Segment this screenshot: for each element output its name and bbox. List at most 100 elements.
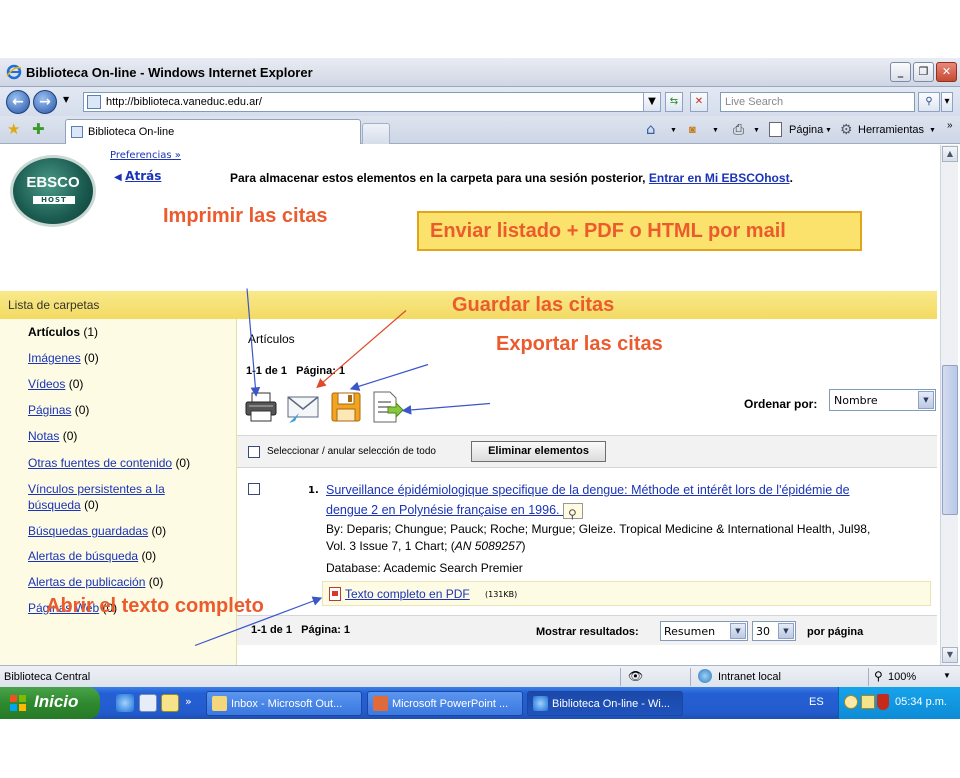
sidebar-item-label[interactable]: Artículos [28,325,80,339]
zoom-level[interactable]: 100% [888,671,916,683]
sidebar-item-imagenes[interactable]: Imágenes (0) [28,350,99,366]
search-options-icon[interactable]: ▾ [941,92,953,112]
print-icon[interactable] [243,389,279,425]
sidebar-item-videos[interactable]: Vídeos (0) [28,376,83,392]
sidebar-item-otras-fuentes[interactable]: Otras fuentes de contenido (0) [28,455,190,471]
ie-task-icon [533,696,548,711]
sidebar-item-label[interactable]: Otras fuentes de contenido [28,456,172,470]
delete-items-button[interactable]: Eliminar elementos [471,441,606,462]
chevron-down-icon[interactable]: ▼ [778,623,794,639]
email-icon[interactable] [285,389,321,425]
sidebar-item-vinculos[interactable]: Vínculos persistentes a la búsqueda (0) [28,481,165,513]
sidebar-item-label[interactable]: Imágenes [28,351,81,365]
sidebar-item-notas[interactable]: Notas (0) [28,428,77,444]
sidebar-item-label[interactable]: Vídeos [28,377,65,391]
refresh-icon[interactable]: ⇆ [665,92,683,112]
search-icon[interactable]: ⚲ [918,92,940,112]
home-dropdown-icon[interactable]: ▼ [670,127,677,134]
sidebar-item-label[interactable]: Vínculos persistentes a la [28,482,165,496]
zoom-icon[interactable]: ⚲ [874,669,883,683]
sort-select[interactable]: Nombre ▼ [829,389,936,411]
export-icon[interactable] [368,389,404,425]
scroll-down-icon[interactable]: ▼ [942,647,958,663]
sidebar-item-label[interactable]: Notas [28,429,59,443]
preferences-link[interactable]: Preferencias » [110,150,181,161]
paging-bottom: 1-1 de 1 Página: 1 [251,624,351,636]
result-checkbox[interactable] [248,483,260,495]
scroll-thumb[interactable] [942,365,958,515]
back-link-label[interactable]: Atrás [125,169,161,183]
tray-app-icon[interactable] [861,695,875,709]
chevron-down-icon[interactable]: ▼ [918,391,934,409]
task-powerpoint[interactable]: Microsoft PowerPoint ... [367,691,523,716]
tray-clock-icon[interactable] [844,695,858,709]
sidebar-item-alertas-publicacion[interactable]: Alertas de publicación (0) [28,574,163,590]
result-title-link[interactable]: Surveillance épidémiologique specifique … [326,480,891,521]
quicklaunch-ie-icon[interactable] [116,694,134,712]
tab-biblioteca[interactable]: Biblioteca On-line [65,119,361,144]
sidebar-item-alertas-busqueda[interactable]: Alertas de búsqueda (0) [28,548,156,564]
history-dropdown-icon[interactable]: ▼ [63,95,69,104]
page-menu[interactable]: Página [789,124,823,136]
sidebar-item-busquedas[interactable]: Búsquedas guardadas (0) [28,523,166,539]
result-meta: By: Deparis; Chungue; Pauck; Roche; Murg… [326,521,926,555]
address-url[interactable]: http://biblioteca.vaneduc.edu.ar/ [106,96,262,108]
status-divider [868,668,869,686]
task-inbox[interactable]: Inbox - Microsoft Out... [206,691,362,716]
preview-magnifier-icon[interactable]: ⚲ [563,502,583,521]
favorites-star-icon[interactable]: ★ [7,120,20,138]
minimize-button[interactable]: _ [890,62,911,82]
close-button[interactable]: ✕ [936,62,957,82]
page-dropdown-icon[interactable]: ▼ [825,127,832,134]
sidebar-item-label[interactable]: Alertas de búsqueda [28,549,138,563]
sidebar-item-label[interactable]: Alertas de publicación [28,575,145,589]
show-results-select[interactable]: Resumen ▼ [660,621,748,641]
sidebar-item-label[interactable]: Búsquedas guardadas [28,524,148,538]
task-biblioteca[interactable]: Biblioteca On-line - Wi... [527,691,683,716]
vertical-scrollbar[interactable]: ▲ ▼ [940,145,958,665]
sort-value: Nombre [834,394,878,407]
save-icon[interactable] [328,389,364,425]
back-nav-button[interactable]: ← [6,90,30,114]
toolbar-overflow-icon[interactable]: » [947,120,953,131]
address-dropdown-button[interactable]: ▼ [643,92,661,112]
address-bar[interactable]: http://biblioteca.vaneduc.edu.ar/ [83,92,658,112]
start-button[interactable]: Inicio [0,687,100,719]
select-all-checkbox[interactable] [248,446,260,458]
pdf-icon[interactable] [329,587,341,601]
status-text: Biblioteca Central [4,671,91,683]
sidebar-item-label[interactable]: Páginas [28,403,71,417]
search-input[interactable]: Live Search [720,92,915,112]
sidebar-item-count: (0) [74,403,90,417]
sidebar-item-paginas[interactable]: Páginas (0) [28,402,89,418]
tools-menu[interactable]: Herramientas [858,124,924,136]
privacy-icon[interactable]: 👁 [628,669,643,683]
feeds-dropdown-icon[interactable]: ▼ [712,127,719,134]
annotation-print: Imprimir las citas [163,205,328,227]
quicklaunch-outlook-icon[interactable] [139,694,157,712]
per-page-select[interactable]: 30 ▼ [752,621,796,641]
print-dropdown-icon[interactable]: ▼ [753,127,760,134]
stop-icon[interactable]: ✕ [690,92,708,112]
restore-button[interactable]: ❐ [913,62,934,82]
back-link[interactable]: ◀ Atrás [114,169,161,183]
tools-dropdown-icon[interactable]: ▼ [929,127,936,134]
login-link[interactable]: Entrar en Mi EBSCOhost [649,171,790,185]
quicklaunch-more-icon[interactable]: » [185,695,192,708]
forward-nav-button[interactable]: → [33,90,57,114]
quicklaunch-app-icon[interactable] [161,694,179,712]
scroll-up-icon[interactable]: ▲ [942,146,958,162]
home-icon[interactable]: ⌂ [646,120,656,138]
pdf-fulltext-link[interactable]: Texto completo en PDF [345,587,470,601]
zoom-dropdown-icon[interactable]: ▼ [943,671,951,680]
language-indicator[interactable]: ES [809,696,824,708]
add-favorites-icon[interactable]: ✚ [32,120,45,138]
tray-shield-icon[interactable] [877,694,889,710]
feeds-icon[interactable]: ◙ [689,124,696,136]
sidebar-item-articulos[interactable]: Artículos (1) [28,324,98,340]
print-toolbar-icon[interactable]: ⎙ [733,121,744,138]
result-title[interactable]: Surveillance épidémiologique specifique … [326,483,850,517]
new-tab-button[interactable] [362,123,390,144]
chevron-down-icon[interactable]: ▼ [730,623,746,639]
sidebar-item-label-2[interactable]: búsqueda [28,498,81,512]
